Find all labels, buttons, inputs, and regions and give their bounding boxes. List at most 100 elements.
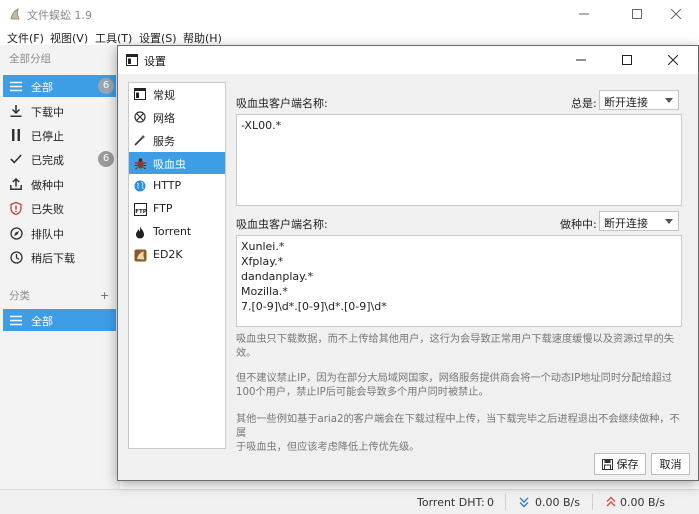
description-paragraph: 其他一些例如基于aria2的客户端会在下载过程中上传，当下载完毕之后进程退出不会… [236,413,684,455]
group-header-all: 全部分组 [9,53,51,65]
error-shield-icon [9,201,23,215]
leecher-seeding-label: 吸血虫客户端名称: [236,218,328,231]
list-icon [9,313,23,327]
settings-dialog: 设置 常规 网络 服务 吸血虫 HTTP FTP FTP Torrent ED2… [117,45,699,481]
sidebar-item-later[interactable]: 稍后下载 [3,246,116,268]
settings-window-icon [126,54,138,66]
network-icon [133,110,147,124]
sidebar-item-label: 全部 [31,81,53,94]
textarea-line: -XL00.* [241,119,282,132]
count-badge: 6 [98,78,114,94]
description-paragraph: 吸血虫只下载数据，而不上传给其他用户，这行为会导致正常用户下载速度缓慢以及资源过… [236,333,684,361]
always-action-select[interactable]: 断开连接 [599,90,679,110]
description-line: 吸血虫只下载数据，而不上传给其他用户，这行为会导致正常用户下载速度缓慢以及资源过… [236,334,675,345]
category-leecher[interactable]: 吸血虫 [129,152,225,174]
category-label: Torrent [153,225,192,238]
close-button[interactable] [653,0,699,28]
save-button[interactable]: 保存 [594,453,646,475]
menu-tools[interactable]: 工具(T) [95,30,132,46]
category-http[interactable]: HTTP [129,175,225,197]
seeding-action-select[interactable]: 断开连接 [599,211,679,231]
app-logo-icon [10,8,20,20]
sidebar-item-label: 已失败 [31,203,64,216]
status-bar: Torrent DHT: 0 0.00 B/s 0.00 B/s [0,489,699,514]
always-action-value: 断开连接 [604,96,648,109]
description-line: 其他一些例如基于aria2的客户端会在下载过程中上传，当下载完毕之后进程退出不会… [236,414,680,439]
save-icon [601,458,613,470]
ed2k-icon [133,248,147,262]
sidebar: 全部分组 全部 6 下载中 已停止 已完成 6 做种中 已失败 排队中 稍后下载… [0,45,120,489]
sidebar-item-downloading[interactable]: 下载中 [3,100,116,122]
seeding-action-label: 做种中: [560,218,597,231]
category-item-all[interactable]: 全部 [3,309,116,331]
cancel-button-label: 取消 [659,458,682,471]
save-button-label: 保存 [616,458,639,471]
sidebar-item-label: 已完成 [31,154,64,167]
chevron-down-icon [665,219,673,224]
upload-speed-icon [606,496,616,507]
sidebar-item-label: 排队中 [31,228,64,241]
compass-icon [9,226,23,240]
sidebar-item-completed[interactable]: 已完成 6 [3,148,116,170]
category-label: ED2K [153,248,183,261]
textarea-line: Xunlei.* [241,240,285,253]
seeding-action-value: 断开连接 [604,217,648,230]
leecher-always-textarea[interactable]: -XL00.* [236,114,682,206]
category-general[interactable]: 常规 [129,83,225,105]
sidebar-item-label: 做种中 [31,179,64,192]
maximize-icon [622,55,632,65]
dialog-close-button[interactable] [650,46,696,74]
category-torrent[interactable]: Torrent [129,221,225,243]
dialog-minimize-button[interactable] [558,46,604,74]
sidebar-item-stopped[interactable]: 已停止 [3,124,116,146]
sidebar-item-label: 稍后下载 [31,252,75,265]
bug-icon [133,156,147,170]
sidebar-item-all[interactable]: 全部 6 [3,75,116,97]
category-label: 吸血虫 [153,158,186,171]
textarea-line: Mozilla.* [241,285,288,298]
maximize-icon [632,9,642,19]
pause-icon [9,128,23,142]
category-network[interactable]: 网络 [129,106,225,128]
category-service[interactable]: 服务 [129,129,225,151]
menu-help[interactable]: 帮助(H) [183,30,222,46]
textarea-line: 7.[0-9]\d*.[0-9]\d*.[0-9]\d* [241,300,387,313]
leecher-seeding-textarea[interactable]: Xunlei.* Xfplay.* dandanplay.* Mozilla.*… [236,235,682,327]
category-label: 网络 [153,112,175,125]
category-ftp[interactable]: FTP FTP [129,198,225,220]
description-line: 效。 [236,348,257,359]
settings-category-list: 常规 网络 服务 吸血虫 HTTP FTP FTP Torrent ED2K [128,82,226,449]
dialog-title: 设置 [144,55,166,68]
list-icon [9,79,23,93]
add-category-icon[interactable]: + [100,289,109,302]
description-line: 100个用户，禁止IP后可能会导致多个用户同时被禁止。 [236,387,489,398]
dht-label: Torrent DHT: [417,496,485,509]
menu-file[interactable]: 文件(F) [7,30,44,46]
status-separator [592,494,593,510]
download-speed: 0.00 B/s [535,496,580,509]
description-line: 但不建议禁止IP，因为在部分大局域网国家，网络服务提供商会将一个动态IP地址同时… [236,373,672,384]
sidebar-item-queued[interactable]: 排队中 [3,222,116,244]
minimize-button[interactable] [561,0,607,28]
cancel-button[interactable]: 取消 [651,453,690,475]
dialog-titlebar: 设置 [118,46,698,74]
leecher-always-label: 吸血虫客户端名称: [236,97,328,110]
textarea-line: dandanplay.* [241,270,314,283]
general-icon [133,87,147,101]
always-action-label: 总是: [571,97,597,110]
sidebar-item-failed[interactable]: 已失败 [3,197,116,219]
menu-view[interactable]: 视图(V) [50,30,88,46]
sidebar-item-seeding[interactable]: 做种中 [3,173,116,195]
category-label: 服务 [153,135,175,148]
download-speed-icon [519,497,529,508]
textarea-line: Xfplay.* [241,255,284,268]
category-label: FTP [153,202,173,215]
close-icon [671,9,681,19]
category-ed2k[interactable]: ED2K [129,244,225,266]
sidebar-item-label: 已停止 [31,130,64,143]
category-label: HTTP [153,179,182,192]
dialog-maximize-button[interactable] [604,46,650,74]
sidebar-item-label: 下载中 [31,106,64,119]
minimize-icon [576,59,586,61]
menu-settings[interactable]: 设置(S) [139,30,177,46]
